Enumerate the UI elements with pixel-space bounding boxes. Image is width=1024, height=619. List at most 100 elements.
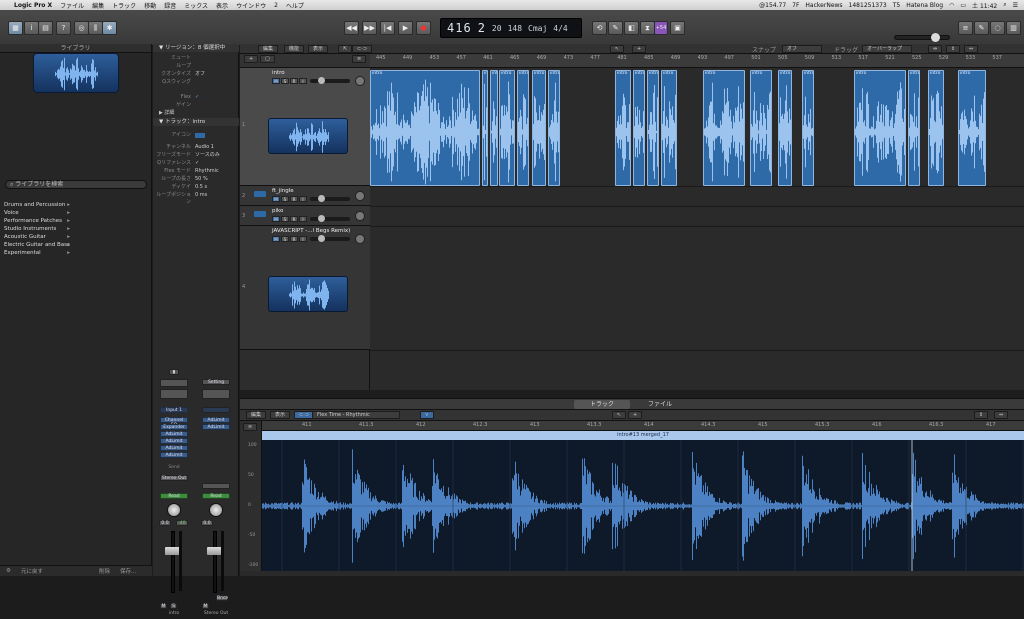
catch-button[interactable]: ⇱ xyxy=(338,45,353,53)
smart-controls-icon[interactable]: ◎ xyxy=(74,21,89,35)
library-button[interactable]: ▦ xyxy=(8,21,23,35)
bounce-button[interactable]: Bnce xyxy=(216,595,228,601)
record-enable-button[interactable]: R xyxy=(290,78,298,84)
plugin-slot-adlimit-2[interactable]: AdLimit xyxy=(202,424,230,430)
editor-pointer-tool[interactable]: ↖ xyxy=(612,411,627,419)
loop-browser-icon[interactable]: ◌ xyxy=(990,21,1005,35)
flex-mode-select[interactable]: Flex Time - Rhythmic xyxy=(312,411,400,419)
solo-icon[interactable]: ◧ xyxy=(624,21,639,35)
input-monitor-button[interactable]: I xyxy=(299,78,307,84)
pan-knob[interactable] xyxy=(209,503,223,517)
tab-file[interactable]: ファイル xyxy=(632,400,688,409)
menu-view[interactable]: 表示 xyxy=(216,1,228,10)
drag-select[interactable]: オーバーラップ xyxy=(862,45,912,53)
track-volume-knob[interactable] xyxy=(318,195,325,202)
plugin-slot-adlimit-2[interactable]: AdLimit xyxy=(160,438,188,444)
track-pan-knob[interactable] xyxy=(355,211,365,221)
eq-display[interactable] xyxy=(202,389,230,399)
menu-track[interactable]: トラック xyxy=(112,1,136,10)
input-monitor-button[interactable]: I xyxy=(299,236,307,242)
insp-row-looplength[interactable]: ループの長さ 50 % xyxy=(153,176,239,183)
audio-region[interactable]: intro xyxy=(928,70,944,186)
list-icon[interactable]: ☰ xyxy=(1013,2,1018,9)
cycle-icon[interactable]: ⟲ xyxy=(592,21,607,35)
mute-button[interactable]: M xyxy=(272,78,280,84)
send-slot[interactable]: Send xyxy=(160,465,188,471)
audio-region[interactable]: intro xyxy=(661,70,677,186)
waveform-zoom-icon[interactable]: ⇹ xyxy=(928,45,943,53)
audio-region[interactable]: intro xyxy=(532,70,546,186)
editor-edit-menu[interactable]: 編集 xyxy=(246,411,267,419)
editor-waveform-icon[interactable]: ≋ xyxy=(243,423,258,431)
battery-icon[interactable]: ▭ xyxy=(960,2,966,9)
insp-row-looppos[interactable]: ループポジション 0 ms xyxy=(153,192,239,205)
toolbar-icon[interactable]: ▤ xyxy=(38,21,53,35)
audio-region[interactable]: intro xyxy=(548,70,560,186)
mute-button[interactable]: M xyxy=(272,236,280,242)
mute-button[interactable]: M xyxy=(272,216,280,222)
editor-icon[interactable]: ✱ xyxy=(102,21,117,35)
add-track-button[interactable]: + xyxy=(244,55,259,63)
audio-region[interactable]: intro xyxy=(615,70,631,186)
track-header-intro[interactable]: 1 intro MSRI xyxy=(240,68,370,186)
track-volume-slider[interactable] xyxy=(310,215,350,222)
save-button[interactable]: 保存... xyxy=(120,567,136,575)
audio-region[interactable]: intro xyxy=(750,70,772,186)
count-in-icon[interactable]: ▣ xyxy=(670,21,685,35)
status-count[interactable]: 1481251373 xyxy=(849,2,887,9)
status-t5[interactable]: T5 xyxy=(893,2,900,9)
input-monitor-button[interactable]: I xyxy=(299,196,307,202)
library-search-input[interactable]: ⌕ ライブラリを検索 xyxy=(5,180,147,189)
global-tracks-icon[interactable]: ≡ xyxy=(352,55,367,63)
solo-button[interactable]: S xyxy=(281,236,289,242)
editor-ruler[interactable]: 411 411.3 412 412.3 413 413.3 414 414.3 415 415.3… xyxy=(262,421,1024,431)
editor-view-menu[interactable]: 表示 xyxy=(270,411,291,419)
track-volume-slider[interactable] xyxy=(310,235,350,242)
menu-record[interactable]: 録音 xyxy=(164,1,176,10)
track-header-piko[interactable]: 3 piko MSRI xyxy=(240,206,370,226)
menu-mix[interactable]: ミックス xyxy=(184,1,208,10)
menu-file[interactable]: ファイル xyxy=(60,1,84,10)
insp-row-channel[interactable]: チャンネル Audio 1 xyxy=(153,144,239,151)
status-news[interactable]: HackerNews xyxy=(805,2,842,9)
mixer-icon[interactable]: ⫼ xyxy=(88,21,103,35)
editor-horizontal-zoom-icon[interactable]: ⇔ xyxy=(994,411,1009,419)
tracks-functions-menu[interactable]: 機能 xyxy=(284,45,305,53)
status-temp[interactable]: 7F xyxy=(792,2,799,9)
editor-secondary-tool[interactable]: + xyxy=(628,411,643,419)
record-enable-button[interactable]: R xyxy=(290,216,298,222)
plugin-slot-adlimit-4[interactable]: AdLimit xyxy=(160,452,188,458)
audio-region[interactable]: intro xyxy=(370,70,480,186)
list-editors-icon[interactable]: ≡ xyxy=(958,21,973,35)
track-name[interactable]: intro xyxy=(272,70,285,76)
menu-window[interactable]: ウインドウ xyxy=(236,1,266,10)
library-item-voice[interactable]: Voice ▸ xyxy=(4,209,148,217)
track-pan-knob[interactable] xyxy=(355,191,365,201)
fast-forward-button[interactable]: ▶▶ xyxy=(362,21,377,35)
library-item-experimental[interactable]: Experimental ▸ xyxy=(4,249,148,257)
snap-select[interactable]: オフ xyxy=(782,45,822,53)
fader-track[interactable] xyxy=(171,531,175,593)
track-folder-icon[interactable]: ▢ xyxy=(260,55,275,63)
help-icon[interactable]: ? xyxy=(56,21,71,35)
audio-editor-waveform[interactable] xyxy=(262,440,1024,572)
menu-navigate[interactable]: 移動 xyxy=(144,1,156,10)
track-volume-slider[interactable] xyxy=(310,77,350,84)
library-item-studio[interactable]: Studio Instruments ▸ xyxy=(4,225,148,233)
menu-app-name[interactable]: Logic Pro X xyxy=(14,2,52,9)
master-volume-slider[interactable] xyxy=(894,33,950,42)
audio-region[interactable]: intro xyxy=(490,70,498,186)
audio-region[interactable]: intro xyxy=(499,70,515,186)
track-header-javascript[interactable]: 4 JAVASCRIPT -...l Begs Remix) MSRI xyxy=(240,226,370,350)
automation-mode[interactable]: Read xyxy=(202,493,230,499)
insp-row-mute[interactable]: ミュート xyxy=(153,55,239,62)
bar-ruler[interactable]: 445 449 453 457 461 465 469 473 477 481 485 489 493 4… xyxy=(370,54,1024,68)
record-enable-button[interactable]: R xyxy=(290,236,298,242)
audio-region[interactable]: intro xyxy=(703,70,745,186)
browser-icon[interactable]: ▥ xyxy=(1006,21,1021,35)
plugin-slot-adlimit-1[interactable]: AdLimit xyxy=(160,431,188,437)
audio-region[interactable]: intro xyxy=(802,70,814,186)
track-icon[interactable] xyxy=(195,133,205,138)
library-item-drums[interactable]: Drums and Percussion ▸ xyxy=(4,201,148,209)
audio-region[interactable]: intro xyxy=(482,70,488,186)
